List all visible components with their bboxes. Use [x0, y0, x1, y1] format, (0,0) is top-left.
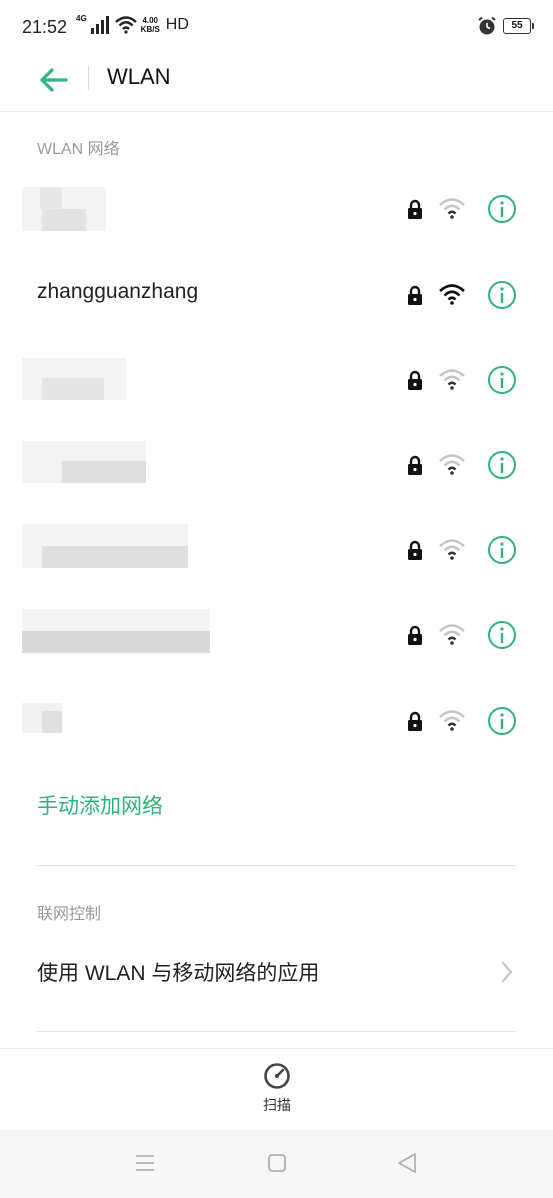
wifi-weak-icon [439, 369, 465, 390]
gauge-icon [264, 1063, 290, 1089]
info-icon[interactable] [486, 705, 518, 737]
triangle-back-icon[interactable] [393, 1148, 423, 1178]
status-icons: 4G 4.00 KB/S HD [76, 14, 189, 34]
battery-icon: 55 [503, 18, 534, 34]
wifi-weak-icon [439, 454, 465, 475]
scan-label: 扫描 [263, 1097, 291, 1113]
lock-icon [408, 455, 422, 475]
divider [37, 865, 516, 866]
list-item-label: 使用 WLAN 与移动网络的应用 [37, 962, 320, 985]
scan-button[interactable]: 扫描 [246, 1061, 308, 1125]
lock-icon [408, 370, 422, 390]
network-name: zhangguanzhang [37, 280, 199, 303]
alarm-icon [478, 16, 496, 35]
menu-icon[interactable] [130, 1148, 160, 1178]
info-icon[interactable] [486, 449, 518, 481]
status-right: 55 [477, 16, 534, 36]
speed-unit: KB/S [140, 25, 160, 34]
network-control-label: 联网控制 [37, 906, 102, 923]
divider [37, 1031, 516, 1032]
wifi-weak-icon [439, 710, 465, 731]
system-nav-bar [0, 1130, 553, 1198]
speed-value: 4.00 [142, 16, 159, 25]
info-icon[interactable] [486, 193, 518, 225]
info-icon[interactable] [486, 619, 518, 651]
hd-badge: HD [165, 16, 189, 33]
lock-icon [408, 540, 422, 560]
network-row-6[interactable] [0, 593, 553, 679]
network-row-1[interactable] [0, 167, 553, 253]
square-icon[interactable] [262, 1148, 292, 1178]
network-row-4[interactable] [0, 423, 553, 509]
network-row-5[interactable] [0, 508, 553, 594]
add-network-link[interactable]: 手动添加网络 [37, 790, 163, 820]
lock-icon [408, 199, 422, 219]
app-bar-divider [88, 66, 89, 90]
wifi-weak-icon [439, 539, 465, 560]
network-speed: 4.00 KB/S [141, 16, 160, 34]
chevron-right-icon [501, 961, 513, 983]
network-row-2[interactable]: zhangguanzhang [0, 253, 553, 339]
wlan-mobile-apps-item[interactable]: 使用 WLAN 与移动网络的应用 [0, 935, 553, 1009]
wifi-weak-icon [439, 198, 465, 219]
status-bar: 21:52 4G 4.00 KB/S HD 55 [0, 0, 553, 56]
network-row-3[interactable] [0, 338, 553, 424]
wifi-weak-icon [439, 624, 465, 645]
app-bar: WLAN [0, 56, 553, 112]
arrow-left-icon[interactable] [38, 64, 70, 96]
network-type: 4G [76, 14, 87, 23]
info-icon[interactable] [486, 279, 518, 311]
lock-icon [408, 285, 422, 305]
network-row-7[interactable] [0, 679, 553, 765]
wlan-section-label: WLAN 网络 [37, 141, 120, 158]
lock-icon [408, 711, 422, 731]
cellular-signal-icon [90, 16, 109, 34]
info-icon[interactable] [486, 364, 518, 396]
info-icon[interactable] [486, 534, 518, 566]
bottom-toolbar: 扫描 [0, 1048, 553, 1131]
wifi-status-icon [114, 16, 137, 34]
page-title: WLAN [107, 64, 171, 89]
lock-icon [408, 625, 422, 645]
wifi-strong-icon [439, 284, 465, 305]
status-time: 21:52 [22, 17, 68, 37]
